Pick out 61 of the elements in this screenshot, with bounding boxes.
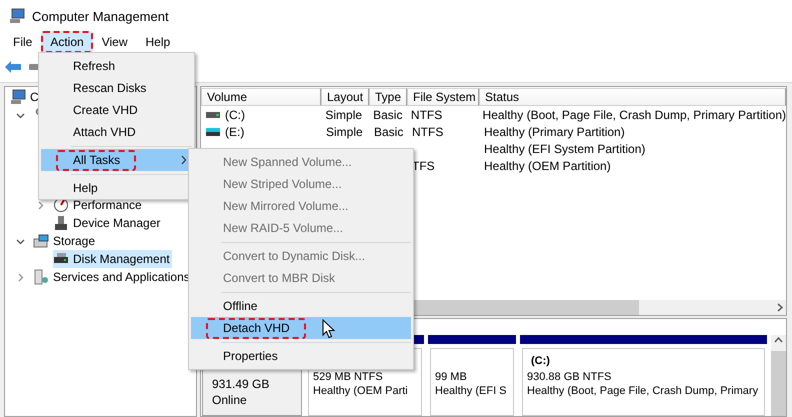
device-icon [53, 215, 69, 231]
tree-item[interactable]: C [10, 88, 41, 106]
menu-item[interactable]: Offline [191, 295, 411, 317]
column-header[interactable]: Volume [201, 88, 321, 106]
cursor-icon [322, 319, 335, 339]
scroll-right-icon[interactable] [777, 303, 783, 312]
partition-status: Healthy (EFI S [435, 385, 508, 397]
menu-item[interactable]: Attach VHD [41, 121, 192, 143]
menu-item[interactable]: Help [41, 177, 192, 199]
vertical-scrollbar[interactable] [771, 335, 786, 416]
disk-status: Online [212, 393, 248, 407]
menu-bar-item[interactable]: File [4, 31, 42, 53]
partition-block[interactable]: 99 MB Healthy (EFI S [430, 348, 514, 416]
menu-item[interactable]: Detach VHD [191, 317, 411, 339]
table-cell-text: Healthy (EFI System Partition) [483, 142, 646, 156]
tree-item[interactable]: Storage [33, 232, 98, 250]
scroll-up-icon[interactable] [774, 337, 783, 343]
column-header[interactable]: Layout [321, 88, 369, 106]
menu-bar-item[interactable]: Help [136, 31, 180, 53]
table-cell-text: Basic [373, 124, 404, 138]
partition-block[interactable]: (C:) 930.88 GB NTFS Healthy (Boot, Page File, Crash Dump, Primary [522, 348, 765, 416]
menu-bar-item[interactable]: Action [41, 31, 93, 53]
menu-item[interactable]: Rescan Disks [41, 77, 192, 99]
table-cell: (C:) [201, 108, 320, 122]
storage-icon [33, 233, 49, 249]
table-cell-text: NTFS [410, 108, 444, 122]
expand-chevron-icon[interactable] [36, 200, 45, 210]
collapse-chevron-icon[interactable] [16, 236, 25, 246]
drive-icon [206, 112, 220, 118]
tree-item[interactable]: Disk Management [53, 250, 172, 268]
partition-size: 99 MB [435, 371, 468, 383]
column-header[interactable]: Type [369, 88, 407, 106]
tree-item[interactable]: Device Manager [53, 214, 162, 232]
table-cell-text: Basic [372, 108, 404, 122]
column-header[interactable]: File System [407, 88, 479, 106]
drive-icon [206, 128, 220, 136]
table-cell-text: NTFS [411, 124, 444, 138]
table-cell: (E:) [201, 124, 321, 138]
menu-bar-item[interactable]: View [92, 31, 136, 53]
window-title: Computer Management [32, 8, 169, 24]
menu-item[interactable]: Create VHD [41, 99, 192, 121]
partition-size: 930.88 GB NTFS [527, 371, 612, 383]
tree-item[interactable]: Services and Applications [33, 268, 192, 286]
expand-chevron-icon[interactable] [16, 272, 25, 282]
computer-icon [9, 8, 25, 24]
table-cell-text: Healthy (Boot, Page File, Crash Dump, Primary Partition) [482, 108, 786, 122]
collapse-chevron-icon[interactable] [16, 110, 25, 120]
table-cell-text: Healthy (Primary Partition) [483, 124, 626, 138]
partition-status: Healthy (Boot, Page File, Crash Dump, Primary [527, 385, 760, 397]
column-header[interactable]: Status [479, 88, 786, 106]
disk-size: 931.49 GB [212, 377, 270, 391]
partition-label: (C:) [530, 355, 551, 369]
partition-status: Healthy (OEM Parti [313, 385, 409, 397]
table-cell-text: Healthy (OEM Partition) [483, 158, 612, 172]
menu-item[interactable]: Refresh [41, 55, 192, 77]
table-cell-text: Simple [325, 124, 364, 138]
computer-icon [10, 89, 26, 105]
back-arrow-icon[interactable] [5, 61, 21, 73]
table-cell-text: Simple [324, 108, 364, 122]
table-cell-text: TFS [411, 158, 436, 172]
partition-size: 529 MB NTFS [313, 371, 384, 383]
